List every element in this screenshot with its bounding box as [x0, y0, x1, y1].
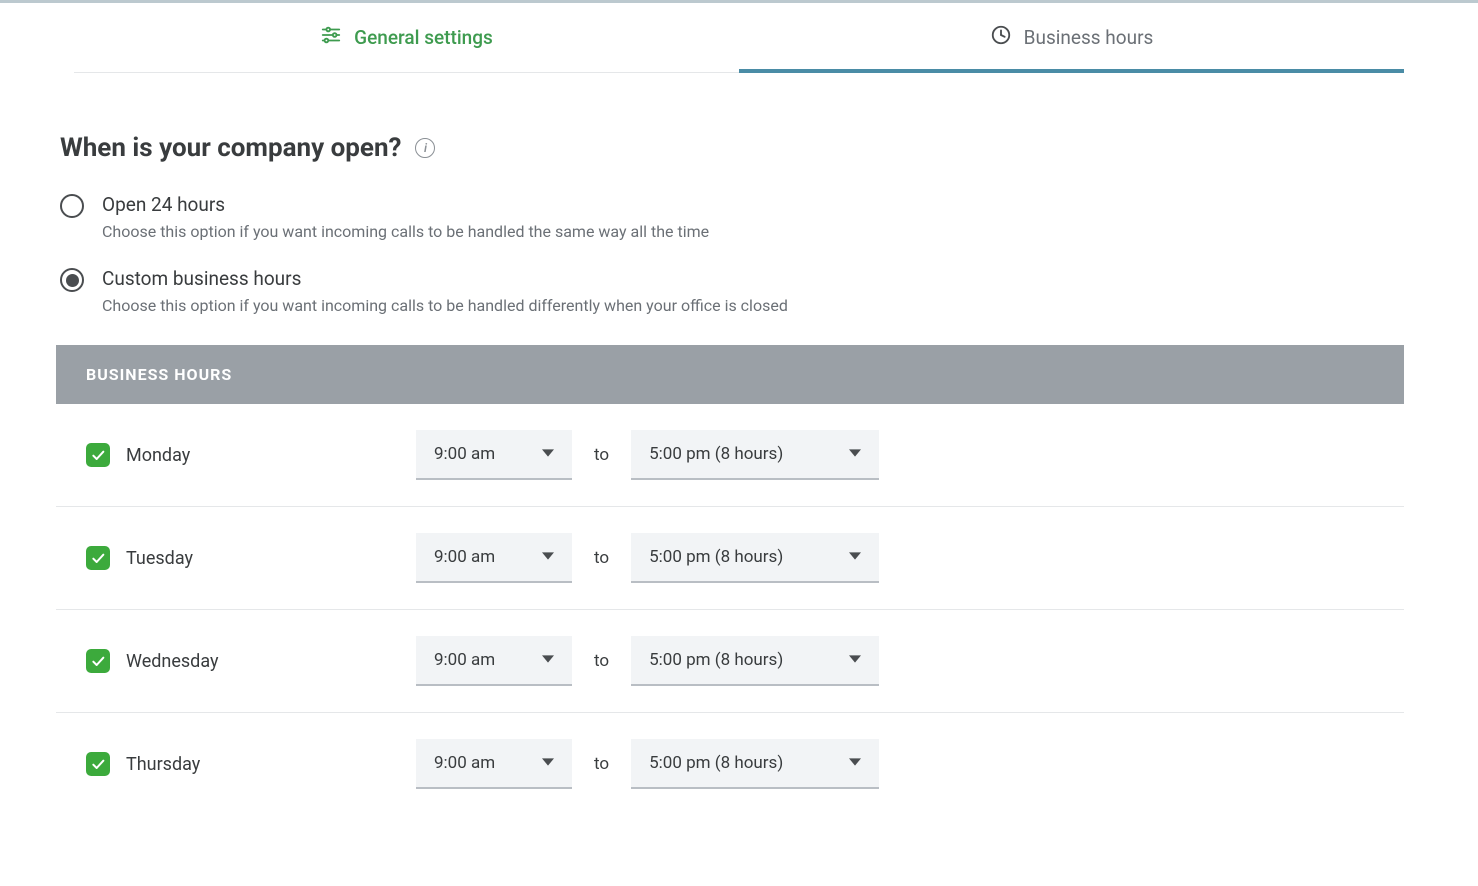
- to-label: to: [594, 548, 609, 568]
- day-label: Tuesday: [126, 548, 416, 569]
- start-time-value: 9:00 am: [434, 547, 495, 567]
- chevron-down-icon: [542, 650, 554, 670]
- end-time-select[interactable]: 5:00 pm (8 hours): [631, 533, 879, 583]
- sliders-icon: [320, 24, 342, 51]
- radio-open-24-label: Open 24 hours: [102, 193, 709, 216]
- section-heading: When is your company open? i: [60, 133, 1404, 163]
- day-checkbox[interactable]: [86, 546, 110, 570]
- chevron-down-icon: [849, 444, 861, 464]
- chevron-down-icon: [849, 547, 861, 567]
- content-area: When is your company open? i Open 24 hou…: [0, 73, 1478, 815]
- radio-custom-label: Custom business hours: [102, 267, 788, 290]
- radio-open-24-text: Open 24 hours Choose this option if you …: [102, 193, 709, 241]
- chevron-down-icon: [542, 753, 554, 773]
- end-time-select[interactable]: 5:00 pm (8 hours): [631, 739, 879, 789]
- tab-business-hours[interactable]: Business hours: [739, 3, 1404, 72]
- business-hours-page: General settings Business hours When is …: [0, 0, 1478, 886]
- day-label: Monday: [126, 445, 416, 466]
- hours-row: Thursday 9:00 am to 5:00 pm (8 hours): [56, 713, 1404, 815]
- hours-row: Tuesday 9:00 am to 5:00 pm (8 hours): [56, 507, 1404, 610]
- start-time-value: 9:00 am: [434, 444, 495, 464]
- end-time-value: 5:00 pm (8 hours): [649, 444, 783, 464]
- hours-row: Wednesday 9:00 am to 5:00 pm (8 hours): [56, 610, 1404, 713]
- radio-custom-desc: Choose this option if you want incoming …: [102, 296, 788, 315]
- chevron-down-icon: [542, 547, 554, 567]
- tab-business-hours-label: Business hours: [1024, 26, 1154, 49]
- business-hours-panel: BUSINESS HOURS Monday 9:00 am to 5:00 pm…: [56, 345, 1404, 815]
- start-time-select[interactable]: 9:00 am: [416, 533, 572, 583]
- radio-open-24-indicator: [60, 194, 84, 218]
- day-checkbox[interactable]: [86, 752, 110, 776]
- tab-active-indicator: [739, 69, 1404, 73]
- end-time-value: 5:00 pm (8 hours): [649, 650, 783, 670]
- to-label: to: [594, 445, 609, 465]
- start-time-select[interactable]: 9:00 am: [416, 739, 572, 789]
- radio-group-open-type: Open 24 hours Choose this option if you …: [60, 193, 1404, 315]
- end-time-value: 5:00 pm (8 hours): [649, 547, 783, 567]
- start-time-value: 9:00 am: [434, 650, 495, 670]
- day-checkbox[interactable]: [86, 649, 110, 673]
- section-heading-text: When is your company open?: [60, 133, 401, 163]
- end-time-select[interactable]: 5:00 pm (8 hours): [631, 430, 879, 480]
- radio-custom-text: Custom business hours Choose this option…: [102, 267, 788, 315]
- to-label: to: [594, 754, 609, 774]
- tab-general-label: General settings: [354, 26, 493, 49]
- start-time-select[interactable]: 9:00 am: [416, 430, 572, 480]
- start-time-select[interactable]: 9:00 am: [416, 636, 572, 686]
- start-time-value: 9:00 am: [434, 753, 495, 773]
- clock-icon: [990, 24, 1012, 51]
- chevron-down-icon: [542, 444, 554, 464]
- day-label: Wednesday: [126, 651, 416, 672]
- panel-header: BUSINESS HOURS: [56, 345, 1404, 404]
- hours-row: Monday 9:00 am to 5:00 pm (8 hours): [56, 404, 1404, 507]
- radio-custom-indicator: [60, 268, 84, 292]
- radio-open-24-hours[interactable]: Open 24 hours Choose this option if you …: [60, 193, 1404, 241]
- radio-open-24-desc: Choose this option if you want incoming …: [102, 222, 709, 241]
- tab-strip: General settings Business hours: [74, 3, 1404, 73]
- day-checkbox[interactable]: [86, 443, 110, 467]
- tab-general-settings[interactable]: General settings: [74, 3, 739, 72]
- day-label: Thursday: [126, 754, 416, 775]
- end-time-select[interactable]: 5:00 pm (8 hours): [631, 636, 879, 686]
- chevron-down-icon: [849, 650, 861, 670]
- to-label: to: [594, 651, 609, 671]
- end-time-value: 5:00 pm (8 hours): [649, 753, 783, 773]
- radio-custom-hours[interactable]: Custom business hours Choose this option…: [60, 267, 1404, 315]
- chevron-down-icon: [849, 753, 861, 773]
- info-icon[interactable]: i: [415, 138, 435, 158]
